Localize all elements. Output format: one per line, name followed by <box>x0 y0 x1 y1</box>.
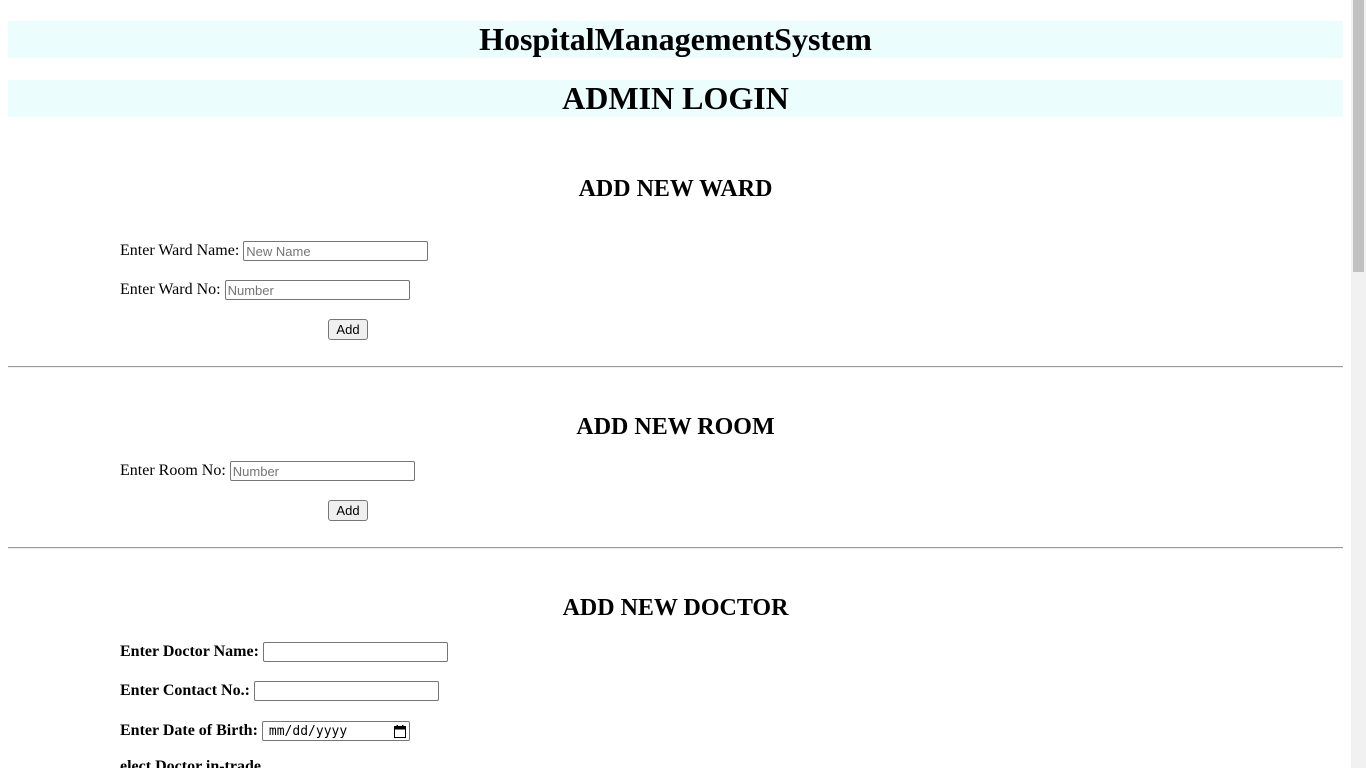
page-title: ADMIN LOGIN <box>8 80 1343 117</box>
ward-number-input[interactable] <box>224 280 410 300</box>
section-divider <box>8 366 1343 368</box>
room-number-row: Enter Room No: <box>120 460 415 482</box>
ward-section-heading: ADD NEW WARD <box>578 176 773 202</box>
ward-number-label: Enter Ward No: <box>120 281 221 298</box>
add-ward-button[interactable]: Add <box>328 319 368 340</box>
doctor-name-input[interactable] <box>262 642 448 662</box>
doctor-section-heading: ADD NEW DOCTOR <box>562 595 789 621</box>
ward-name-input[interactable] <box>243 241 429 261</box>
doctor-contact-row: Enter Contact No.: <box>120 680 439 702</box>
doctor-name-label: Enter Doctor Name: <box>120 643 259 660</box>
doctor-dob-row: Enter Date of Birth: mm/dd/yyyy <box>120 720 410 742</box>
ward-name-row: Enter Ward Name: <box>120 240 429 262</box>
app-title: HospitalManagementSystem <box>8 21 1343 58</box>
add-room-button[interactable]: Add <box>328 500 368 521</box>
room-section-heading: ADD NEW ROOM <box>576 414 775 440</box>
doctor-name-row: Enter Doctor Name: <box>120 641 448 663</box>
date-placeholder: mm/dd/yyyy <box>268 723 348 739</box>
doctor-dob-label: Enter Date of Birth: <box>120 722 258 739</box>
doctor-dob-input[interactable]: mm/dd/yyyy <box>261 721 410 741</box>
ward-name-label: Enter Ward Name: <box>120 242 240 259</box>
room-number-label: Enter Room No: <box>120 462 226 479</box>
scrollbar-thumb[interactable] <box>1353 0 1364 272</box>
doctor-contact-label: Enter Contact No.: <box>120 682 250 699</box>
room-number-input[interactable] <box>229 461 415 481</box>
section-divider <box>8 547 1343 549</box>
doctor-contact-input[interactable] <box>253 681 439 701</box>
admin-page: HospitalManagementSystem ADMIN LOGIN ADD… <box>0 0 1351 768</box>
ward-number-row: Enter Ward No: <box>120 279 410 301</box>
calendar-icon[interactable] <box>393 724 406 738</box>
vertical-scrollbar[interactable] <box>1351 0 1366 768</box>
doctor-select-label: elect Doctor in-trade <box>120 758 261 768</box>
